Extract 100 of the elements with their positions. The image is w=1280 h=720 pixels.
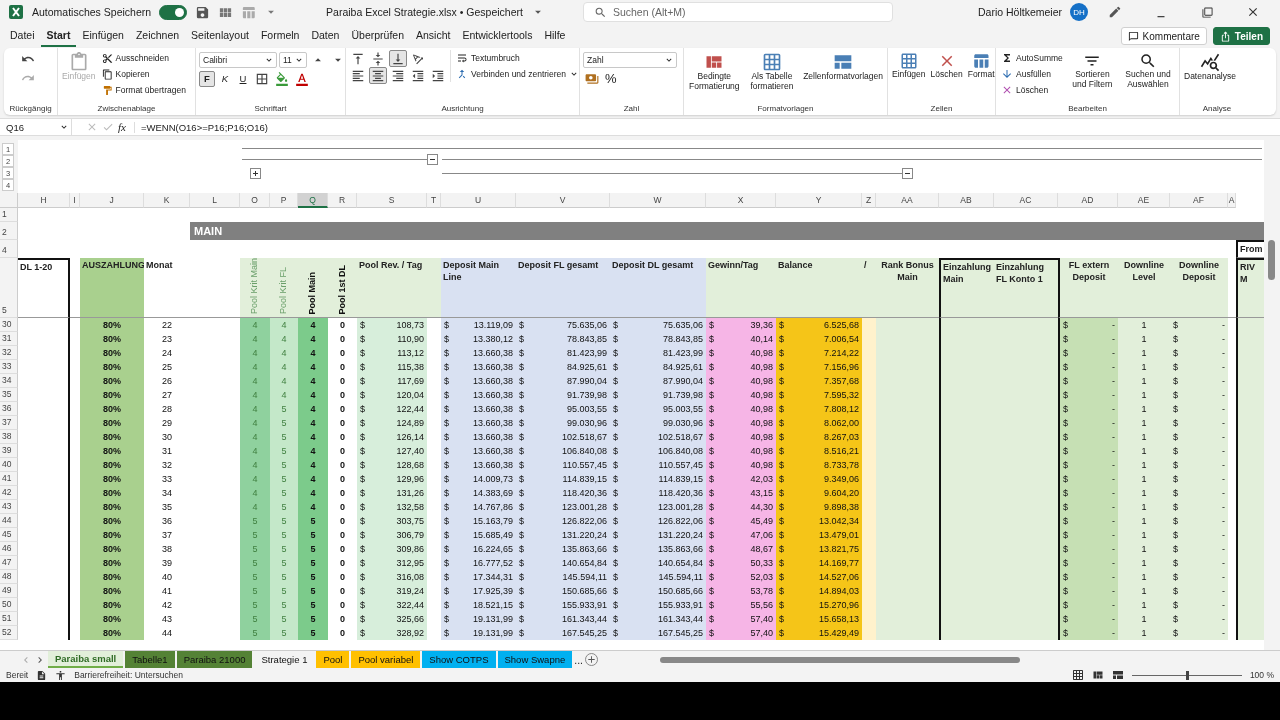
row-number[interactable]: 45 <box>0 528 18 542</box>
format-styles-button[interactable]: Zellenformatvorlagen <box>802 50 884 84</box>
row-number[interactable]: 2 <box>0 222 18 240</box>
clipboard-button[interactable]: Ausschneiden <box>99 50 188 66</box>
data-analysis-button[interactable]: Datenanalyse <box>1183 50 1237 84</box>
share-button[interactable]: Teilen <box>1212 27 1270 45</box>
menu-tab[interactable]: Datei <box>4 25 41 47</box>
column-letter[interactable]: Z <box>862 193 876 208</box>
column-letter[interactable]: P <box>270 193 298 208</box>
column-letter[interactable]: S <box>357 193 427 208</box>
column-letter[interactable]: Y <box>776 193 862 208</box>
row-number[interactable]: 37 <box>0 416 18 430</box>
column-letter[interactable]: AE <box>1118 193 1170 208</box>
sheet-tab[interactable]: Show COTPS <box>422 651 496 668</box>
sheet-tab[interactable]: Show Swapne <box>497 651 573 668</box>
accessibility-status[interactable]: Barrierefreiheit: Untersuchen <box>74 670 183 680</box>
clipboard-button[interactable]: Kopieren <box>99 66 188 82</box>
search-icon[interactable] <box>1139 52 1157 70</box>
menu-tab[interactable]: Seitenlayout <box>185 25 255 47</box>
menu-tab[interactable]: Einfügen <box>76 25 130 47</box>
zoom-slider-thumb[interactable] <box>1185 670 1189 680</box>
autosave-toggle[interactable] <box>159 4 188 20</box>
restore-icon[interactable] <box>1201 6 1213 18</box>
percent-button[interactable]: % <box>603 70 619 87</box>
row-number[interactable]: 38 <box>0 430 18 444</box>
row-number[interactable]: 35 <box>0 388 18 402</box>
scissors-icon[interactable] <box>101 52 113 64</box>
sheet-tab[interactable]: Pool <box>316 651 350 668</box>
comment-icon[interactable] <box>1127 30 1139 42</box>
table-icon[interactable] <box>972 52 991 70</box>
search-field[interactable]: Suchen (Alt+M) <box>582 2 893 22</box>
more-sheets[interactable]: ... <box>574 653 583 666</box>
grid-icon[interactable] <box>833 52 854 72</box>
formula-field[interactable]: =WENN(O16>=P16;P16;O16) <box>133 121 268 133</box>
collapse-button[interactable] <box>902 168 913 179</box>
row-number[interactable]: 43 <box>0 500 18 514</box>
row-number[interactable]: 50 <box>0 598 18 612</box>
menu-tab[interactable]: Überprüfen <box>345 25 410 47</box>
close-icon[interactable] <box>1246 5 1260 19</box>
row-number[interactable]: 49 <box>0 584 18 598</box>
font-style-button[interactable]: U <box>235 70 251 87</box>
column-letter[interactable]: T <box>427 193 441 208</box>
row-number[interactable]: 52 <box>0 626 18 640</box>
sheet-tab[interactable]: Paraiba small <box>48 651 124 668</box>
column-letter[interactable]: O <box>240 193 270 208</box>
column-letter[interactable]: L <box>190 193 240 208</box>
font-style-button[interactable]: K <box>217 70 233 87</box>
page-break-icon[interactable] <box>1111 669 1124 681</box>
font-size-field[interactable]: 11 <box>279 52 307 68</box>
column-letter[interactable]: X <box>706 193 776 208</box>
font-style-button[interactable]: F <box>199 70 215 87</box>
row-number[interactable]: 33 <box>0 360 18 374</box>
cells-button[interactable]: Löschen <box>929 50 964 82</box>
font-field[interactable]: Calibri <box>199 52 277 68</box>
function-label[interactable]: fx <box>118 121 126 133</box>
vertical-scrollbar[interactable] <box>1264 140 1280 650</box>
clipboard-button[interactable]: Format übertragen <box>99 82 188 98</box>
cells-button[interactable]: Format <box>966 50 996 82</box>
column-letter[interactable]: H <box>18 193 70 208</box>
document-title[interactable]: Paraiba Excel Strategie.xlsx • Gespeichert <box>326 6 523 18</box>
editing-button[interactable]: AutoSumme <box>999 50 1065 66</box>
copy-icon[interactable] <box>101 68 113 80</box>
expand-button[interactable] <box>250 168 261 179</box>
row-number[interactable]: 1 <box>0 208 18 222</box>
accessibility-icon[interactable] <box>55 669 67 681</box>
add-sheet-icon[interactable] <box>585 653 598 666</box>
column-letter[interactable]: AB <box>939 193 994 208</box>
sigma-icon[interactable] <box>1001 52 1013 64</box>
row-number[interactable]: 40 <box>0 458 18 472</box>
merge-icon[interactable] <box>456 68 468 80</box>
chart-icon[interactable] <box>1200 52 1220 72</box>
arrow-down-icon[interactable] <box>1001 68 1013 80</box>
document-icon[interactable] <box>36 669 48 681</box>
format-styles-button[interactable]: Als Tabelle formatieren <box>744 50 800 94</box>
row-number[interactable]: 44 <box>0 514 18 528</box>
column-letter[interactable]: K <box>144 193 190 208</box>
row-number[interactable]: 4 <box>0 240 18 258</box>
sheet-tab[interactable]: Paraiba 21000 <box>176 651 253 668</box>
wrap-text-button[interactable]: Textumbruch <box>454 50 581 66</box>
column-letter[interactable]: U <box>441 193 516 208</box>
scrollbar-thumb[interactable] <box>660 656 1020 663</box>
user-avatar[interactable]: DH <box>1070 3 1088 21</box>
column-letter[interactable]: AD <box>1058 193 1118 208</box>
row-number[interactable]: 46 <box>0 542 18 556</box>
merge-center-button[interactable]: Verbinden und zentrieren <box>454 66 581 82</box>
row-number[interactable]: 39 <box>0 444 18 458</box>
wrap-text-icon[interactable] <box>456 52 468 64</box>
format-styles-button[interactable]: Bedingte Formatierung <box>687 50 742 94</box>
editing-button[interactable]: Suchen und Auswählen <box>1120 50 1176 92</box>
row-number[interactable]: 34 <box>0 374 18 388</box>
column-letter[interactable]: V <box>516 193 610 208</box>
menu-tab[interactable]: Daten <box>305 25 346 47</box>
column-letter[interactable]: AC <box>994 193 1058 208</box>
column-letter[interactable]: W <box>610 193 706 208</box>
zoom-level[interactable]: 100 % <box>1249 670 1274 680</box>
column-letter[interactable]: J <box>80 193 144 208</box>
row-number[interactable]: 51 <box>0 612 18 626</box>
table-icon[interactable] <box>899 52 918 70</box>
check-icon[interactable] <box>102 121 114 133</box>
sheet-tab[interactable]: Pool variabel <box>351 651 421 668</box>
